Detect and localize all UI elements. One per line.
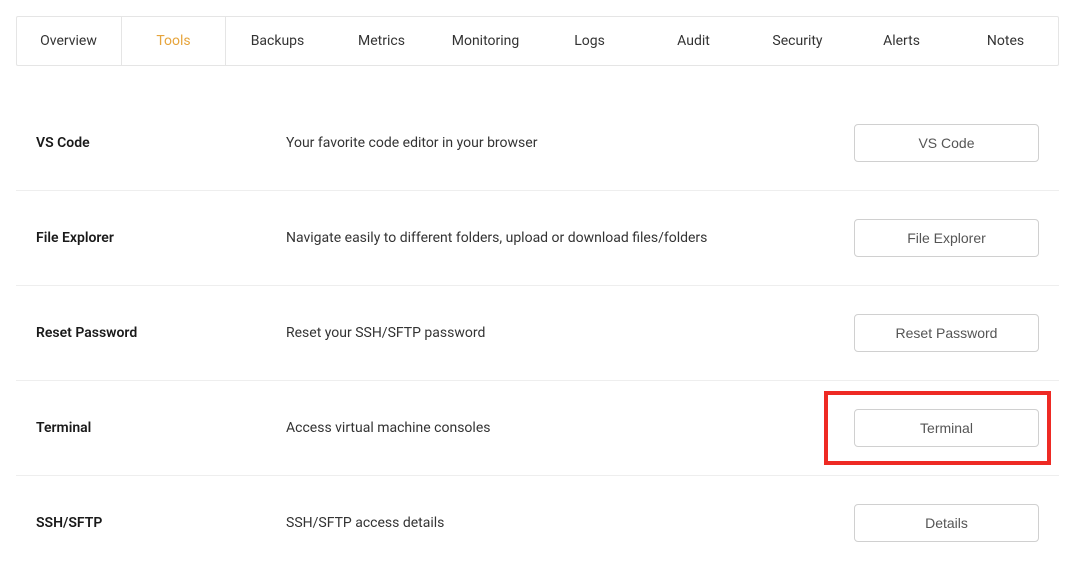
ssh-sftp-details-button[interactable]: Details [854,504,1039,542]
row-action: Details [839,504,1039,542]
tab-monitoring[interactable]: Monitoring [434,17,538,65]
tab-logs[interactable]: Logs [538,17,642,65]
tab-overview[interactable]: Overview [17,17,121,65]
row-action: Terminal [839,409,1039,447]
row-terminal: Terminal Access virtual machine consoles… [16,381,1059,476]
row-vscode: VS Code Your favorite code editor in you… [16,96,1059,191]
file-explorer-button[interactable]: File Explorer [854,219,1039,257]
row-desc: Reset your SSH/SFTP password [286,325,839,341]
row-reset-password: Reset Password Reset your SSH/SFTP passw… [16,286,1059,381]
row-action: VS Code [839,124,1039,162]
tab-alerts[interactable]: Alerts [850,17,954,65]
vscode-button[interactable]: VS Code [854,124,1039,162]
row-title: SSH/SFTP [36,515,286,531]
row-ssh-sftp: SSH/SFTP SSH/SFTP access details Details [16,476,1059,570]
row-title: File Explorer [36,230,286,246]
row-desc: Navigate easily to different folders, up… [286,230,839,246]
tab-backups[interactable]: Backups [226,17,330,65]
row-action: File Explorer [839,219,1039,257]
tab-notes[interactable]: Notes [954,17,1058,65]
row-desc: Access virtual machine consoles [286,420,839,436]
row-title: Terminal [36,420,286,436]
row-file-explorer: File Explorer Navigate easily to differe… [16,191,1059,286]
tools-list: VS Code Your favorite code editor in you… [16,96,1059,570]
tab-tools[interactable]: Tools [121,17,226,65]
tab-security[interactable]: Security [746,17,850,65]
row-title: Reset Password [36,325,286,341]
reset-password-button[interactable]: Reset Password [854,314,1039,352]
row-action: Reset Password [839,314,1039,352]
row-desc: SSH/SFTP access details [286,515,839,531]
terminal-button[interactable]: Terminal [854,409,1039,447]
tab-metrics[interactable]: Metrics [330,17,434,65]
tab-audit[interactable]: Audit [642,17,746,65]
tab-bar: Overview Tools Backups Metrics Monitorin… [16,16,1059,66]
row-title: VS Code [36,135,286,151]
row-desc: Your favorite code editor in your browse… [286,135,839,151]
